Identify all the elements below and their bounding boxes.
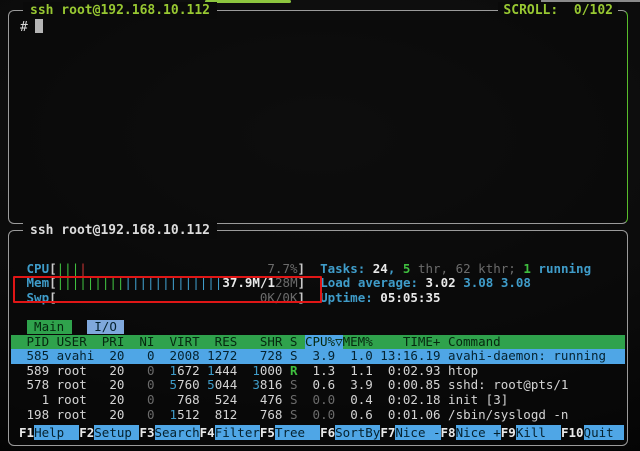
top-edge-green-strip (205, 0, 291, 3)
sort-column-header[interactable]: CPU%▽ (305, 335, 343, 349)
fkey-action-search[interactable]: Search (155, 425, 200, 440)
fkey-action-setup[interactable]: Setup (94, 425, 139, 440)
fkey-label-f8: F8 (441, 425, 456, 440)
cpu-meter: CPU[|||| 7.7%] Tasks: 24, 5 thr, 62 kthr… (11, 262, 625, 277)
process-row[interactable]: 198 root 20 0 1512 812 768 S 0.0 0.6 0:0… (11, 408, 625, 423)
fkey-label-f3: F3 (139, 425, 154, 440)
table-header-row[interactable]: PID USER PRI NI VIRT RES SHR S CPU%▽MEM%… (11, 335, 625, 350)
scroll-indicator: SCROLL: 0/102 (498, 2, 618, 19)
fkey-label-f1: F1 (19, 425, 34, 440)
fkey-label-f4: F4 (200, 425, 215, 440)
pane-title: ssh root@192.168.10.112 (23, 2, 217, 19)
process-row[interactable]: 1 root 20 0 768 524 476 S 0.0 0.4 0:02.1… (11, 393, 625, 408)
fkey-action-nice-[interactable]: Nice + (456, 425, 501, 440)
process-row[interactable]: 578 root 20 0 5760 5044 3816 S 0.6 3.9 0… (11, 378, 625, 393)
fkey-action-filter[interactable]: Filter (215, 425, 260, 440)
pane-title: ssh root@192.168.10.112 (23, 222, 217, 239)
htop-content: CPU[|||| 7.7%] Tasks: 24, 5 thr, 62 kthr… (11, 247, 625, 422)
fkey-action-help[interactable]: Help (34, 425, 79, 440)
fkey-label-f7: F7 (380, 425, 395, 440)
fkey-action-tree[interactable]: Tree (275, 425, 320, 440)
htop-tab-bar: Main I/O (11, 320, 625, 335)
annotation-highlight-box (13, 276, 322, 303)
blank-line (11, 247, 625, 262)
fkey-action-nice-[interactable]: Nice - (395, 425, 440, 440)
fkey-action-sortby[interactable]: SortBy (335, 425, 380, 440)
function-key-bar: F1Help F2Setup F3SearchF4FilterF5Tree F6… (12, 425, 624, 440)
htop-pane[interactable]: ssh root@192.168.10.112 CPU[|||| 7.7%] T… (8, 230, 628, 446)
terminal-screen: ssh root@192.168.10.112 SCROLL: 0/102 # … (0, 0, 640, 451)
process-row[interactable]: 589 root 20 0 1672 1444 1000 R 1.3 1.1 0… (11, 364, 625, 379)
blank-line (11, 305, 625, 320)
process-row[interactable]: 585 avahi 20 0 2008 1272 728 S 3.9 1.0 1… (11, 349, 625, 364)
fkey-label-f10: F10 (561, 425, 584, 440)
fkey-action-kill[interactable]: Kill (516, 425, 561, 440)
ssh-shell-pane[interactable]: ssh root@192.168.10.112 SCROLL: 0/102 # (8, 10, 628, 224)
shell-prompt[interactable]: # (20, 19, 43, 35)
tab-main[interactable]: Main (27, 320, 72, 334)
fkey-label-f6: F6 (320, 425, 335, 440)
fkey-label-f9: F9 (501, 425, 516, 440)
tab-io[interactable]: I/O (87, 320, 125, 334)
fkey-action-quit[interactable]: Quit (584, 425, 624, 440)
text-cursor (35, 19, 43, 33)
fkey-label-f5: F5 (260, 425, 275, 440)
fkey-label-f2: F2 (79, 425, 94, 440)
